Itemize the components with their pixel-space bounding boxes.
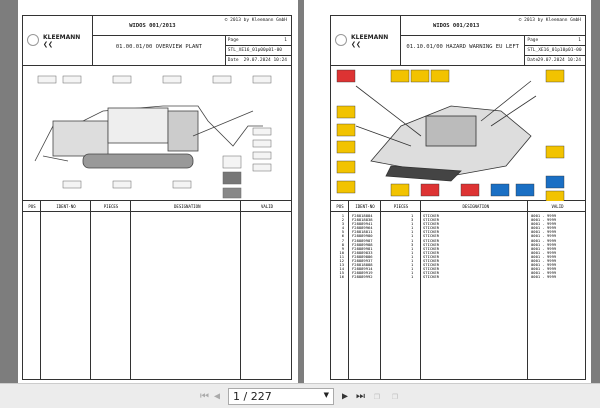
next-page-button[interactable]: ▶ (342, 391, 348, 402)
pieces: 1 (411, 274, 414, 280)
warning-sticker (336, 160, 356, 174)
column-header-designation: DESIGNATION (174, 204, 201, 209)
table-header: POS IDENT-NO PIECES DESIGNATION VALID (331, 201, 585, 212)
pdf-toolbar: ⏮ ◀ 1 / 227 ▼ ▶ ⏭ ❐ ❐ (0, 383, 600, 408)
copyright: © 2013 by Kleemann GmbH (518, 18, 581, 23)
column-header-valid: VALID (551, 204, 564, 209)
callout-label (252, 139, 272, 148)
warning-sticker (545, 145, 565, 159)
callout-label (62, 180, 82, 189)
page-value: 1 (578, 38, 581, 43)
page-value: 1 (284, 38, 287, 43)
brand-logo: KLEEMANN ❮❮ (43, 34, 81, 48)
warning-sticker (490, 183, 510, 197)
warning-sticker (410, 69, 430, 83)
drawing-area (23, 66, 291, 201)
warning-sticker (545, 190, 565, 204)
parts-table: POS IDENT-NO PIECES DESIGNATION VALID 1 F288… (331, 201, 585, 379)
meta-block: Page 1 STL_XE16_01p00p01-00 Date 29.07.202… (225, 36, 291, 66)
column-header-ident-no: IDENT-NO (355, 204, 375, 209)
callout-label (112, 180, 132, 189)
date-label: Date (527, 58, 539, 63)
brand-logo: KLEEMANN ❮❮ (351, 34, 389, 48)
warning-sticker (390, 183, 410, 197)
page-label: Page (527, 38, 539, 43)
document-title: WIDOS 001/2013 (433, 23, 480, 29)
meta-block: Page 1 STL_XE16_01p10p01-00 Date 29.07.202… (525, 36, 585, 66)
drawing-area (331, 66, 585, 204)
title-block: KLEEMANN ❮❮ WIDOS 001/2013 © 2013 by Klee… (331, 16, 585, 66)
column-header-pos: POS (336, 204, 344, 209)
drawing-frame: KLEEMANN ❮❮ WIDOS 001/2013 © 2013 by Klee… (330, 15, 586, 380)
page-left: KLEEMANN ❮❮ WIDOS 001/2013 © 2013 by Klee… (18, 0, 298, 383)
warning-sticker (545, 69, 565, 83)
drawing-frame: KLEEMANN ❮❮ WIDOS 001/2013 © 2013 by Klee… (22, 15, 292, 380)
warning-sticker (336, 69, 356, 83)
seal-icon (335, 34, 347, 46)
two-page-view-icon[interactable]: ❐ (392, 391, 398, 402)
warning-sticker (420, 183, 440, 197)
warning-sticker (336, 180, 356, 194)
table-row: 16 F28889992 1 STICKER 0001 - 9999 (331, 275, 585, 279)
page-right: KLEEMANN ❮❮ WIDOS 001/2013 © 2013 by Klee… (304, 0, 591, 383)
column-header-ident-no: IDENT-NO (56, 204, 76, 209)
date-value: 29.07.2024 10:24 (243, 58, 287, 63)
last-page-button[interactable]: ⏭ (356, 391, 365, 402)
column-header-pos: POS (28, 204, 36, 209)
callout-label (212, 75, 232, 84)
logo-cell: KLEEMANN ❮❮ (23, 16, 93, 66)
date-label: Date (227, 58, 239, 63)
callout-label (252, 127, 272, 136)
column-divider (23, 201, 241, 379)
parts-table: POS IDENT-NO PIECES DESIGNATION VALID (23, 201, 291, 379)
warning-sticker (336, 123, 356, 137)
doc-id: STL_XE16_01p10p01-00 (527, 48, 582, 53)
logo-cell: KLEEMANN ❮❮ (331, 16, 401, 66)
callout-label (252, 163, 272, 172)
date-value: 29.07.2024 10:24 (537, 58, 581, 63)
callout-label (252, 151, 272, 160)
warning-sticker (390, 69, 410, 83)
document-title: WIDOS 001/2013 (129, 23, 176, 29)
pos: 16 (339, 274, 344, 280)
doc-id: STL_XE16_01p00p01-00 (227, 48, 282, 53)
prev-page-button[interactable]: ◀ (214, 391, 220, 402)
callout-label (62, 75, 82, 84)
ident-no: F28889992 (352, 274, 373, 280)
valid: 0001 - 9999 (531, 274, 557, 280)
hazard-warning-drawing (336, 69, 565, 204)
callout-label (172, 180, 192, 189)
plant-overview-drawing (34, 75, 272, 199)
section-title: 01.10.01/00 HAZARD WARNING EU LEFT (401, 36, 526, 66)
warning-sticker (336, 140, 356, 154)
page-label: Page (227, 38, 239, 43)
warning-sticker (545, 175, 565, 189)
callout-label (112, 75, 132, 84)
warning-sticker (460, 183, 480, 197)
warning-sticker (336, 105, 356, 119)
page-number-value: 1 / 227 (233, 390, 272, 403)
callout-label (37, 75, 57, 84)
seal-icon (27, 34, 39, 46)
warning-sticker (430, 69, 450, 83)
column-header-designation: DESIGNATION (462, 204, 490, 209)
title-block: KLEEMANN ❮❮ WIDOS 001/2013 © 2013 by Klee… (23, 16, 291, 66)
single-page-view-icon[interactable]: ❐ (374, 391, 380, 402)
copyright: © 2013 by Kleemann GmbH (224, 18, 287, 23)
chevron-down-icon[interactable]: ▼ (324, 391, 329, 399)
callout-label (252, 75, 272, 84)
page-number-input[interactable]: 1 / 227 ▼ (228, 388, 334, 405)
column-header-valid: VALID (260, 204, 274, 209)
callout-label (162, 75, 182, 84)
column-header-pieces: PIECES (103, 204, 119, 209)
table-header: POS IDENT-NO PIECES DESIGNATION VALID (23, 201, 291, 212)
section-title: 01.00.01/00 OVERVIEW PLANT (93, 36, 226, 66)
designation: STICKER (423, 274, 440, 280)
first-page-button[interactable]: ⏮ (200, 391, 209, 402)
column-header-pieces: PIECES (393, 204, 409, 209)
warning-sticker (515, 183, 535, 197)
